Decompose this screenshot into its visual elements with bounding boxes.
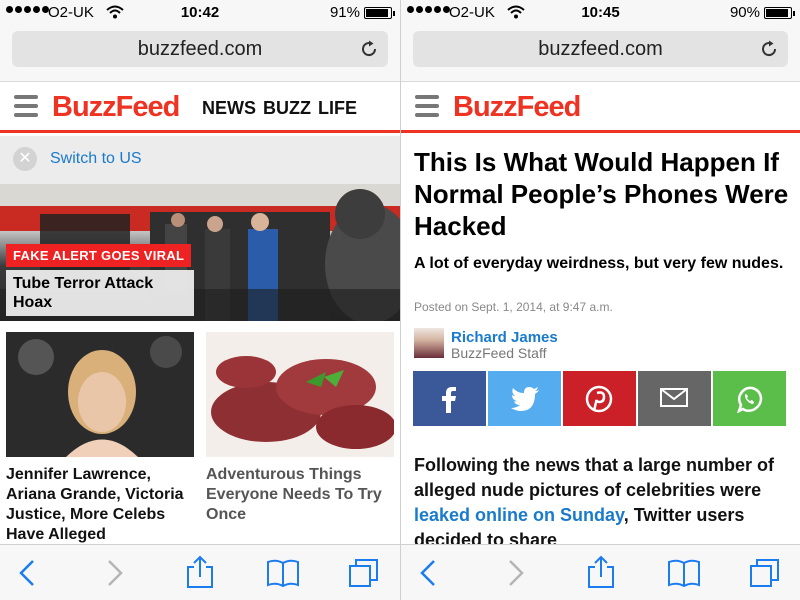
story-title-food[interactable]: Adventurous Things Everyone Needs To Try… [206,465,394,525]
battery-percent: 91% [329,4,360,21]
nav-life[interactable]: LIFE [318,98,357,119]
hamburger-menu-icon[interactable] [415,95,439,117]
address-bar[interactable]: buzzfeed.com [12,31,388,67]
pinterest-share-button[interactable] [563,371,636,426]
battery-percent: 90% [729,4,760,21]
safari-toolbar [0,544,400,600]
tabs-icon[interactable] [749,557,781,589]
back-icon[interactable] [18,559,36,587]
nav-buzz[interactable]: BUZZ [263,98,311,119]
back-icon[interactable] [419,559,437,587]
article-date: Posted on Sept. 1, 2014, at 9:47 a.m. [414,300,613,314]
phone-screen-left: O2-UK 10:42 91% buzzfeed.com BuzzFeed NE… [0,0,400,600]
safari-toolbar [401,544,800,600]
article-title: This Is What Would Happen If Normal Peop… [414,147,789,241]
share-buttons [413,371,786,426]
facebook-share-button[interactable] [413,371,486,426]
facebook-icon [442,387,456,413]
email-share-button[interactable] [638,371,711,426]
close-icon[interactable]: ✕ [13,147,37,171]
article-subtitle: A lot of everyday weirdness, but very fe… [414,255,784,272]
site-nav: NEWS BUZZ LIFE [202,98,357,119]
reload-icon[interactable] [760,40,778,58]
forward-icon[interactable] [507,559,525,587]
tabs-icon[interactable] [348,557,380,589]
buzzfeed-logo[interactable]: BuzzFeed [52,91,180,124]
hero-story[interactable]: FAKE ALERT GOES VIRAL Tube Terror Attack… [0,184,400,321]
article-body-link[interactable]: leaked online on Sunday [414,505,624,525]
status-bar: O2-UK 10:45 90% [401,0,800,26]
story-title[interactable]: Tube Terror Attack Hoax [6,270,194,316]
mail-icon [660,388,688,407]
celebrity-photo [6,332,194,457]
buzzfeed-logo[interactable]: BuzzFeed [453,91,581,124]
switch-edition-link[interactable]: Switch to US [50,150,142,168]
pinterest-icon [585,385,613,413]
bookmarks-icon[interactable] [667,559,701,587]
author-name[interactable]: Richard James [451,329,558,346]
share-icon[interactable] [587,555,615,589]
whatsapp-share-button[interactable] [713,371,786,426]
url-text: buzzfeed.com [137,38,263,60]
story-title-celebrity[interactable]: Jennifer Lawrence, Ariana Grande, Victor… [6,465,194,545]
share-icon[interactable] [186,555,214,589]
avatar[interactable] [414,328,444,358]
food-photo [206,332,394,457]
story-image-celebrity[interactable] [6,332,194,457]
battery-icon [364,7,395,19]
hamburger-menu-icon[interactable] [14,95,38,117]
site-header: BuzzFeed [401,83,800,133]
battery-icon [764,7,795,19]
whatsapp-icon [737,386,763,413]
address-bar[interactable]: buzzfeed.com [413,31,788,67]
twitter-share-button[interactable] [488,371,561,426]
edition-switch-bar: ✕ Switch to US [0,136,400,184]
article-body-text: Following the news that a large number o… [414,455,775,500]
story-tag: FAKE ALERT GOES VIRAL [6,244,192,267]
bookmarks-icon[interactable] [266,559,300,587]
story-image-food[interactable] [206,332,394,457]
status-bar: O2-UK 10:42 91% [0,0,400,26]
url-text: buzzfeed.com [538,38,663,60]
phone-screen-right: O2-UK 10:45 90% buzzfeed.com BuzzFeed Th… [400,0,800,600]
article-body: Following the news that a large number o… [414,453,794,553]
reload-icon[interactable] [360,40,378,58]
twitter-icon [511,387,539,411]
site-header: BuzzFeed NEWS BUZZ LIFE [0,83,400,133]
author-role: BuzzFeed Staff [451,345,547,361]
forward-icon[interactable] [106,559,124,587]
nav-news[interactable]: NEWS [202,98,256,119]
browser-chrome: buzzfeed.com [401,26,800,82]
browser-chrome: buzzfeed.com [0,26,400,82]
